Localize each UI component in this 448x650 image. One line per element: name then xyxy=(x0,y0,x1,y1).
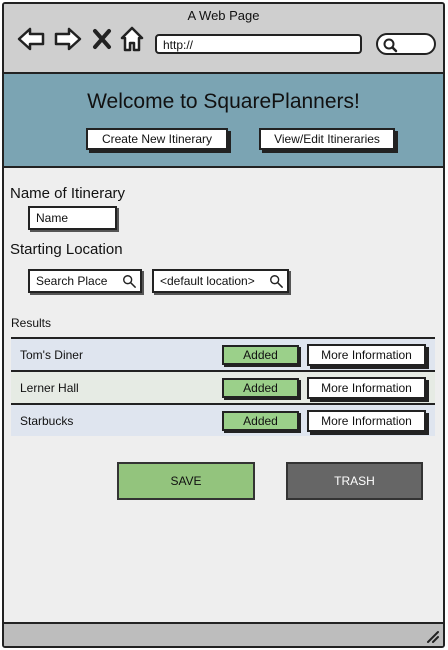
create-itinerary-button[interactable]: Create New Itinerary xyxy=(86,128,228,150)
search-icon xyxy=(383,38,398,53)
added-button[interactable]: Added xyxy=(222,411,299,431)
starting-location-label: Starting Location xyxy=(10,241,123,258)
browser-window: A Web Page http:// Welcome to SquarePlan… xyxy=(2,2,445,648)
address-bar[interactable]: http:// xyxy=(155,34,362,54)
welcome-heading: Welcome to SquarePlanners! xyxy=(87,90,360,113)
result-row: Starbucks Added More Information xyxy=(11,403,435,436)
forward-arrow-icon[interactable] xyxy=(53,24,83,54)
more-information-button[interactable]: More Information xyxy=(307,377,426,399)
magnifier-icon xyxy=(270,275,283,288)
search-place-text: Search Place xyxy=(36,274,108,288)
browser-chrome: A Web Page http:// xyxy=(4,4,443,74)
browser-search-box[interactable] xyxy=(376,33,436,55)
result-name: Starbucks xyxy=(20,414,74,428)
home-icon[interactable] xyxy=(118,24,146,54)
search-place-input[interactable]: Search Place xyxy=(28,269,142,293)
more-information-button[interactable]: More Information xyxy=(307,344,426,366)
result-name: Tom's Diner xyxy=(20,348,83,362)
back-arrow-icon[interactable] xyxy=(16,24,46,54)
default-location-input[interactable]: <default location> xyxy=(152,269,289,293)
itinerary-name-input[interactable]: Name xyxy=(28,206,117,230)
page-title: A Web Page xyxy=(187,8,260,23)
status-bar xyxy=(4,622,443,646)
view-edit-itineraries-button[interactable]: View/Edit Itineraries xyxy=(259,128,395,150)
result-row: Tom's Diner Added More Information xyxy=(11,337,435,370)
stop-x-icon[interactable] xyxy=(90,24,114,54)
trash-button[interactable]: TRASH xyxy=(286,462,423,500)
more-information-button[interactable]: More Information xyxy=(307,410,426,432)
itinerary-name-label: Name of Itinerary xyxy=(10,185,126,202)
added-button[interactable]: Added xyxy=(222,378,299,398)
magnifier-icon xyxy=(123,275,136,288)
results-heading: Results xyxy=(11,316,52,330)
added-button[interactable]: Added xyxy=(222,345,299,365)
header-banner: Welcome to SquarePlanners! Create New It… xyxy=(4,74,443,168)
result-row: Lerner Hall Added More Information xyxy=(11,370,435,403)
result-name: Lerner Hall xyxy=(20,381,79,395)
default-location-text: <default location> xyxy=(160,274,255,288)
resize-grip-icon[interactable] xyxy=(425,629,439,643)
save-button[interactable]: SAVE xyxy=(117,462,255,500)
